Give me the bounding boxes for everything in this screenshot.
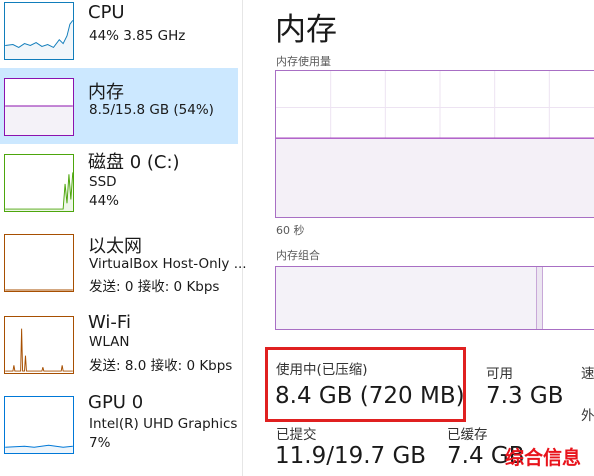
sidebar-item-name: CPU: [88, 2, 125, 23]
form-factor-label: 外: [581, 408, 594, 424]
sidebar-item-ethernet[interactable]: 以太网 VirtualBox Host-Only ... 发送: 0 接收: 0…: [0, 228, 247, 304]
committed-value: 11.9/19.7 GB: [275, 443, 427, 469]
committed-label: 已提交: [276, 427, 317, 443]
sidebar-item-detail-2: 发送: 8.0 接收: 0 Kbps: [89, 358, 233, 374]
wifi-thumbnail-graph: [4, 316, 74, 374]
composition-modified-segment: [537, 267, 543, 329]
sidebar-item-name: Wi-Fi: [88, 312, 131, 333]
composition-label: 内存组合: [276, 249, 320, 262]
sidebar-item-detail-2: 发送: 0 接收: 0 Kbps: [89, 279, 220, 295]
memory-usage-graph: [275, 70, 594, 218]
cpu-thumbnail-graph: [4, 2, 74, 60]
sidebar-item-detail: Intel(R) UHD Graphics: [89, 416, 238, 432]
sidebar-item-name: GPU 0: [88, 392, 144, 413]
resource-sidebar: CPU 44% 3.85 GHz 内存 8.5/15.8 GB (54%) 磁盘…: [0, 0, 247, 476]
disk-thumbnail-graph: [4, 154, 74, 212]
sidebar-item-memory[interactable]: 内存 8.5/15.8 GB (54%): [0, 68, 238, 144]
ethernet-thumbnail-graph: [4, 234, 74, 292]
sidebar-item-name: 磁盘 0 (C:): [88, 152, 180, 173]
available-label: 可用: [486, 366, 513, 382]
sidebar-item-wifi[interactable]: Wi-Fi WLAN 发送: 8.0 接收: 0 Kbps: [0, 308, 238, 384]
available-value: 7.3 GB: [486, 383, 564, 409]
sidebar-item-cpu[interactable]: CPU 44% 3.85 GHz: [0, 0, 238, 74]
sidebar-item-detail: VirtualBox Host-Only ...: [89, 256, 247, 272]
sidebar-item-detail: SSD: [89, 174, 117, 190]
memory-thumbnail-graph: [4, 78, 74, 136]
sidebar-item-detail: 44% 3.85 GHz: [89, 28, 186, 44]
sidebar-item-name: 以太网: [88, 236, 142, 257]
sidebar-item-gpu[interactable]: GPU 0 Intel(R) UHD Graphics 7%: [0, 388, 238, 464]
cached-label: 已缓存: [447, 427, 488, 443]
gpu-thumbnail-graph: [4, 396, 74, 454]
page-title: 内存: [275, 12, 337, 48]
sidebar-item-detail-2: 7%: [89, 435, 111, 451]
highlight-annotation-box: [265, 347, 466, 422]
sidebar-item-name: 内存: [88, 82, 124, 103]
time-axis-label: 60 秒: [276, 224, 305, 237]
memory-composition-bar: [275, 266, 594, 330]
composition-in-use-segment: [276, 267, 537, 329]
speed-label: 速: [581, 366, 594, 382]
watermark-text: 综合信息: [505, 447, 582, 469]
graph-label: 内存使用量: [276, 55, 331, 68]
sidebar-item-detail: 8.5/15.8 GB (54%): [89, 102, 214, 118]
sidebar-item-detail-2: 44%: [89, 193, 120, 209]
sidebar-item-detail: WLAN: [89, 334, 130, 350]
sidebar-item-disk[interactable]: 磁盘 0 (C:) SSD 44%: [0, 146, 238, 222]
